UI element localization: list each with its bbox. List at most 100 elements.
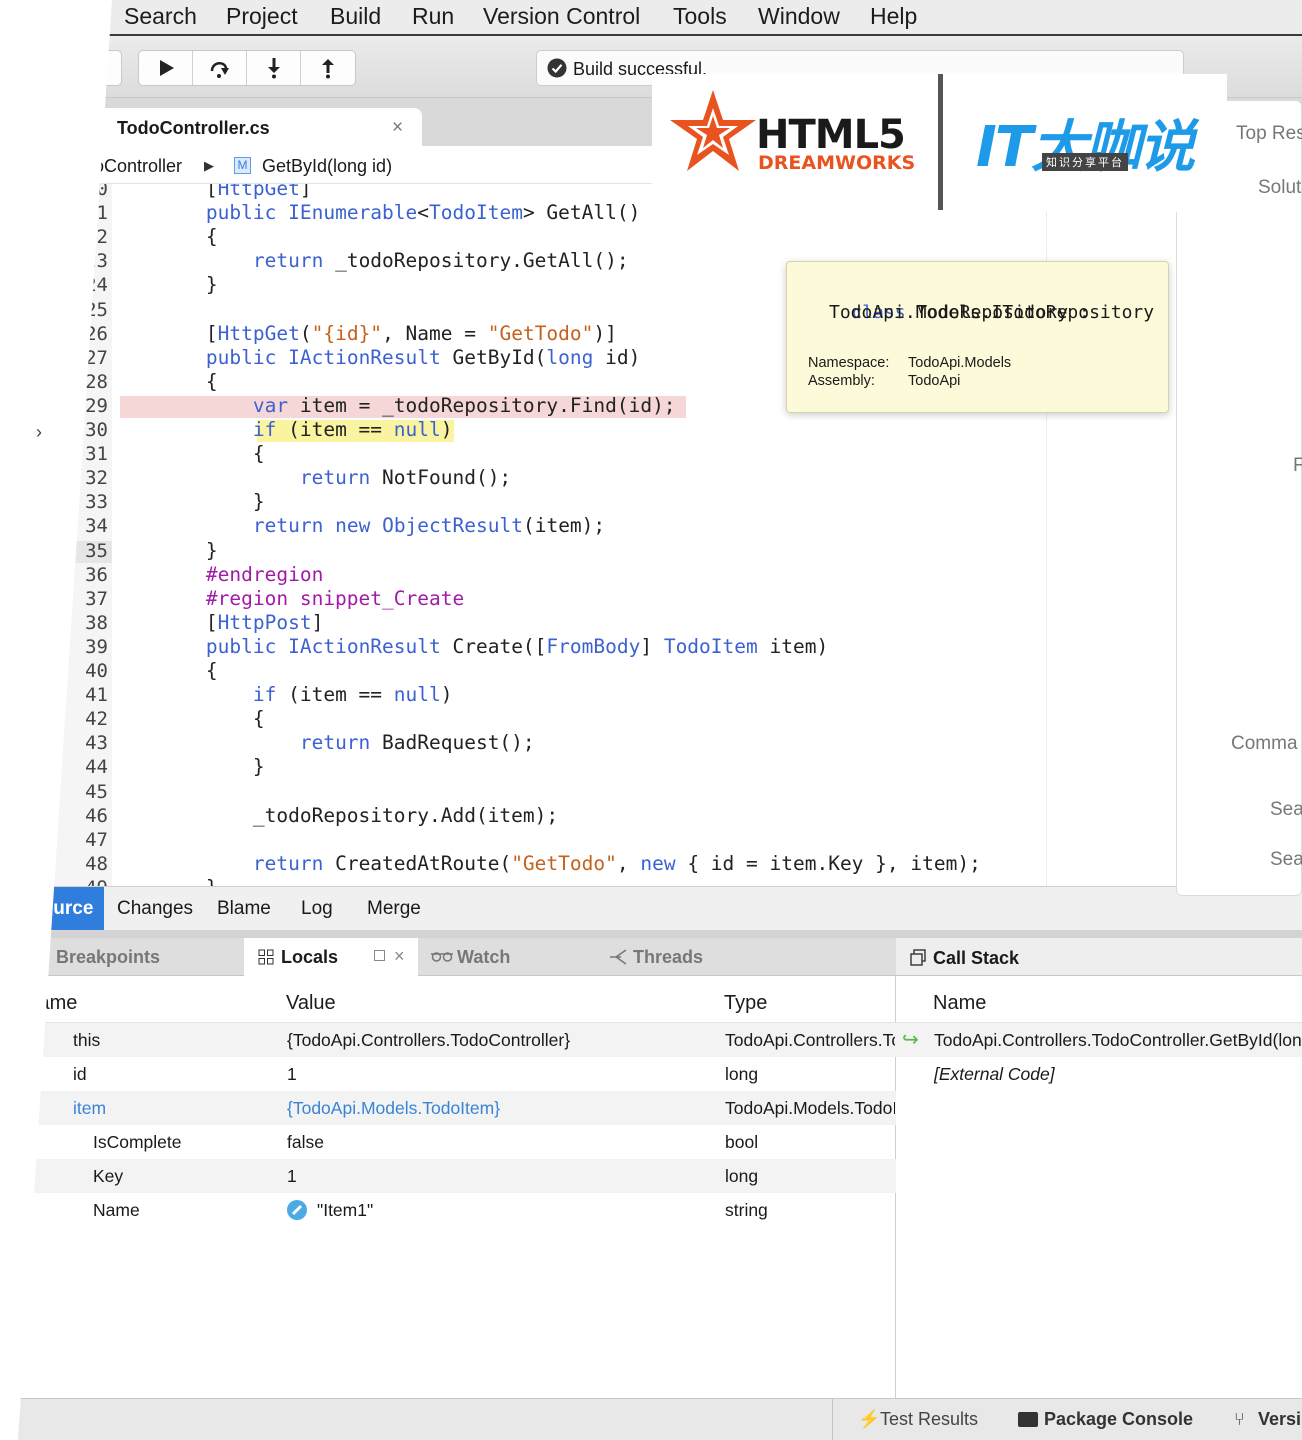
code-line[interactable]: return CreatedAtRoute("GetTodo", new { i… bbox=[112, 852, 981, 875]
test-results-button[interactable]: Test Results bbox=[880, 1409, 978, 1430]
breadcrumb-method[interactable]: GetById(long id) bbox=[262, 156, 392, 177]
tab-watch[interactable]: Watch bbox=[419, 938, 593, 976]
table-row[interactable]: IsComplete false bool bbox=[18, 1125, 896, 1159]
code-line[interactable]: [HttpGet("{id}", Name = "GetTodo")] bbox=[112, 322, 617, 345]
local-type: TodoApi.Controllers.TodoController bbox=[725, 1030, 895, 1050]
menu-tools[interactable]: Tools bbox=[673, 3, 727, 30]
tab-merge[interactable]: Merge bbox=[356, 887, 432, 931]
local-name: item bbox=[73, 1098, 107, 1118]
line-number[interactable]: 45 bbox=[54, 781, 108, 803]
code-line[interactable]: } bbox=[112, 273, 218, 296]
menu-version-control[interactable]: Version Control bbox=[483, 3, 640, 30]
menu-run[interactable]: Run bbox=[412, 3, 454, 30]
code-line[interactable]: { bbox=[112, 707, 265, 730]
menu-search[interactable]: Search bbox=[124, 3, 197, 30]
tab-log[interactable]: Log bbox=[290, 887, 344, 931]
tab-close-icon[interactable]: × bbox=[392, 117, 403, 139]
locals-label: Locals bbox=[281, 946, 339, 967]
line-number[interactable]: 47 bbox=[54, 829, 108, 851]
logo-overlay: HTML5 DREAMWORKS IT大咖说 知识分享平台 bbox=[652, 74, 1227, 212]
package-console-button[interactable]: Package Console bbox=[1044, 1409, 1193, 1430]
local-value: false bbox=[287, 1132, 324, 1152]
step-into-icon[interactable] bbox=[247, 51, 301, 85]
code-line[interactable]: } bbox=[112, 539, 218, 562]
tab-locals[interactable]: Locals × bbox=[244, 938, 418, 976]
locals-header-type[interactable]: Type bbox=[724, 992, 767, 1015]
code-line[interactable]: [HttpGet] bbox=[112, 184, 312, 200]
tooltip-base-type: TodoApi.Models.ITodoRepository bbox=[829, 302, 1155, 323]
code-line[interactable]: var item = _todoRepository.Find(id); bbox=[112, 394, 676, 417]
menu-build[interactable]: Build bbox=[330, 3, 381, 30]
local-type: long bbox=[725, 1064, 759, 1084]
code-line[interactable]: public IActionResult GetById(long id) bbox=[112, 346, 640, 369]
locals-header-value[interactable]: Value bbox=[286, 992, 336, 1015]
locals-pad: Name Value Type ▶ this {TodoApi.Controll… bbox=[18, 976, 896, 1398]
breadcrumb: doController ▶ M GetById(long id) bbox=[54, 146, 654, 184]
play-icon[interactable] bbox=[139, 51, 193, 85]
code-line[interactable]: [HttpPost] bbox=[112, 611, 323, 634]
local-value: {TodoApi.Models.TodoItem} bbox=[287, 1098, 501, 1118]
code-line[interactable]: #endregion bbox=[112, 563, 323, 586]
table-row[interactable]: [External Code] bbox=[896, 1057, 1302, 1091]
menu-window[interactable]: Window bbox=[758, 3, 840, 30]
check-circle-icon bbox=[547, 58, 567, 78]
version-control-button[interactable]: Versi bbox=[1258, 1409, 1301, 1430]
tooltip-assembly-label: Assembly: bbox=[808, 373, 875, 389]
menu-project[interactable]: Project bbox=[226, 3, 298, 30]
code-line[interactable]: { bbox=[112, 659, 218, 682]
current-line-marker-icon: › bbox=[36, 422, 42, 442]
tab-changes[interactable]: Changes bbox=[106, 887, 204, 931]
code-line[interactable]: if (item == null) bbox=[112, 683, 453, 706]
maximize-pad-icon[interactable] bbox=[374, 950, 385, 961]
step-out-icon[interactable] bbox=[301, 51, 355, 85]
table-row[interactable]: ▼ item {TodoApi.Models.TodoItem} TodoApi… bbox=[18, 1091, 896, 1125]
table-row[interactable]: ↪ TodoApi.Controllers.TodoController.Get… bbox=[896, 1023, 1302, 1057]
breadcrumb-separator-icon: ▶ bbox=[204, 158, 214, 173]
search-result-1[interactable]: Sea bbox=[1270, 799, 1302, 821]
code-line[interactable]: return new ObjectResult(item); bbox=[112, 514, 605, 537]
code-line[interactable]: } bbox=[112, 755, 265, 778]
call-stack-title: Call Stack bbox=[933, 948, 1020, 968]
edit-value-icon[interactable] bbox=[287, 1200, 307, 1220]
code-line[interactable]: return NotFound(); bbox=[112, 466, 511, 489]
it-logo-subtitle: 知识分享平台 bbox=[1042, 153, 1128, 171]
table-row[interactable]: ▶ this {TodoApi.Controllers.TodoControll… bbox=[18, 1023, 896, 1057]
line-number[interactable]: 48 bbox=[54, 853, 108, 875]
line-number[interactable]: 49 bbox=[54, 877, 108, 886]
local-value[interactable]: "Item1" bbox=[317, 1200, 373, 1221]
code-line[interactable]: #region snippet_Create bbox=[112, 587, 464, 610]
search-result-2[interactable]: Sea bbox=[1270, 849, 1302, 871]
table-row[interactable]: id 1 long bbox=[18, 1057, 896, 1091]
code-line[interactable]: { bbox=[112, 370, 218, 393]
code-line[interactable]: return BadRequest(); bbox=[112, 731, 535, 754]
step-over-icon[interactable] bbox=[193, 51, 247, 85]
tooltip-namespace-value: TodoApi.Models bbox=[908, 355, 1012, 371]
code-line[interactable]: } bbox=[112, 490, 265, 513]
local-name: this bbox=[73, 1030, 101, 1050]
top-results-label: Top Res bbox=[1236, 123, 1302, 144]
local-type: TodoApi.Models.TodoItem bbox=[725, 1098, 895, 1118]
code-line[interactable]: { bbox=[112, 442, 265, 465]
close-pad-icon[interactable]: × bbox=[394, 946, 405, 967]
html5-dreamworks-logo bbox=[670, 90, 756, 171]
code-line[interactable]: { bbox=[112, 225, 218, 248]
table-row[interactable]: Name "Item1" string bbox=[18, 1193, 896, 1227]
type-tooltip: class TodoRepository : TodoApi.Models.IT… bbox=[786, 261, 1169, 413]
menu-help[interactable]: Help bbox=[870, 3, 917, 30]
code-line[interactable]: return _todoRepository.GetAll(); bbox=[112, 249, 629, 272]
tab-blame[interactable]: Blame bbox=[206, 887, 282, 931]
code-line[interactable]: if (item == null) bbox=[112, 418, 453, 441]
commands-label: Comma bbox=[1231, 733, 1298, 754]
tab-todocontroller[interactable]: TodoController.cs × bbox=[92, 108, 422, 146]
line-number[interactable]: 46 bbox=[54, 805, 108, 827]
locals-icon bbox=[258, 949, 274, 965]
breakpoints-label: Breakpoints bbox=[56, 946, 161, 967]
code-line[interactable]: public IEnumerable<TodoItem> GetAll() bbox=[112, 201, 640, 224]
code-line[interactable]: } bbox=[112, 876, 218, 886]
code-line[interactable]: _todoRepository.Add(item); bbox=[112, 804, 558, 827]
code-line[interactable]: public IActionResult Create([FromBody] T… bbox=[112, 635, 828, 658]
tab-threads[interactable]: Threads bbox=[594, 938, 784, 976]
tab-breakpoints[interactable]: Breakpoints bbox=[18, 938, 243, 976]
call-stack-header-name[interactable]: Name bbox=[933, 992, 986, 1015]
table-row[interactable]: Key 1 long bbox=[18, 1159, 896, 1193]
